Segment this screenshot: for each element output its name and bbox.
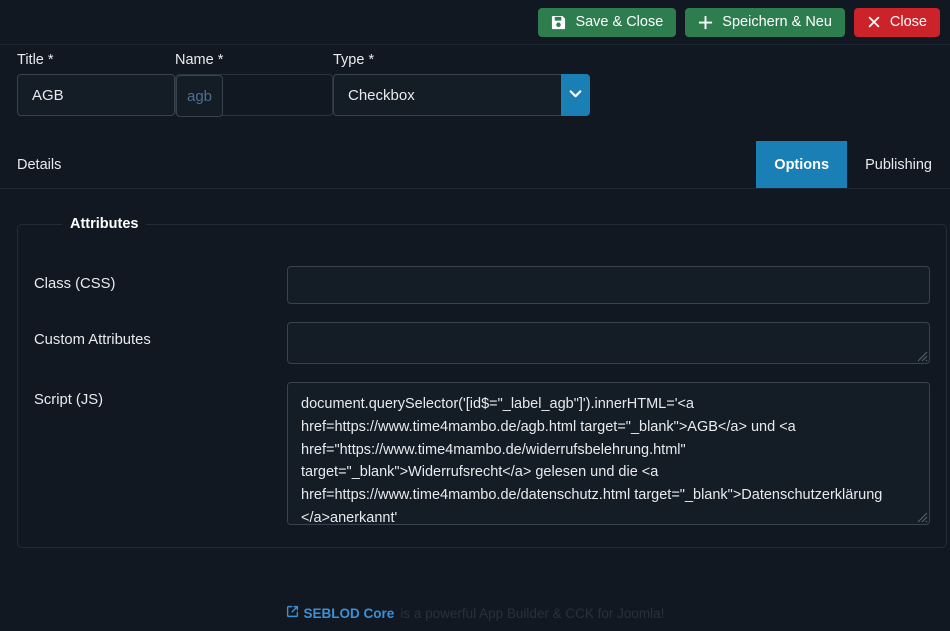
field-row-script-js: Script (JS) xyxy=(34,382,930,525)
save-and-close-label: Save & Close xyxy=(575,14,664,30)
field-row-custom-attributes: Custom Attributes xyxy=(34,322,930,364)
type-dropdown-button[interactable] xyxy=(561,74,590,116)
save-icon xyxy=(551,15,566,30)
attributes-legend: Attributes xyxy=(70,216,139,232)
primary-field-inputs xyxy=(17,74,933,117)
close-icon xyxy=(867,15,881,29)
close-button[interactable]: Close xyxy=(853,7,940,37)
close-label: Close xyxy=(889,14,927,30)
class-css-label: Class (CSS) xyxy=(34,276,116,292)
custom-attributes-wrapper xyxy=(287,322,930,364)
chevron-down-icon xyxy=(567,85,584,105)
type-input[interactable] xyxy=(333,74,561,116)
footer: SEBLOD Core is a powerful App Builder & … xyxy=(0,605,950,621)
primary-field-labels: Title * Name * Type * xyxy=(17,45,933,74)
tab-publishing-label: Publishing xyxy=(865,156,932,173)
attributes-fieldset: Attributes Class (CSS) Custom Attributes xyxy=(17,216,947,548)
save-and-new-label: Speichern & Neu xyxy=(722,14,832,30)
tab-bar: Details Options Publishing xyxy=(0,141,950,189)
seblod-core-link-label: SEBLOD Core xyxy=(303,605,395,621)
seblod-core-link[interactable]: SEBLOD Core xyxy=(286,605,395,621)
primary-fields: Title * Name * Type * xyxy=(0,45,950,130)
field-row-class-css: Class (CSS) xyxy=(34,266,930,304)
plus-icon xyxy=(698,15,713,30)
options-panel: Attributes Class (CSS) Custom Attributes xyxy=(0,189,950,631)
save-and-new-button[interactable]: Speichern & Neu xyxy=(685,7,845,37)
tab-options-label: Options xyxy=(774,156,830,173)
name-input[interactable] xyxy=(176,75,223,117)
footer-tagline: is a powerful App Builder & CCK for Joom… xyxy=(400,605,665,621)
class-css-input[interactable] xyxy=(287,266,930,304)
script-js-label: Script (JS) xyxy=(34,392,104,408)
details-label: Details xyxy=(17,156,62,173)
script-js-wrapper xyxy=(287,382,930,525)
title-label: Title * xyxy=(17,51,54,68)
script-js-textarea[interactable] xyxy=(287,382,930,525)
type-select-group xyxy=(333,74,590,116)
toolbar: Save & Close Speichern & Neu Close xyxy=(0,0,950,45)
tab-publishing[interactable]: Publishing xyxy=(847,141,950,188)
type-label: Type * xyxy=(333,51,375,68)
tab-options[interactable]: Options xyxy=(756,141,848,188)
title-input[interactable] xyxy=(17,74,175,116)
name-field-group xyxy=(175,74,333,117)
external-link-icon xyxy=(286,605,299,621)
save-and-close-button[interactable]: Save & Close xyxy=(538,7,677,37)
seblod-field-editor: Save & Close Speichern & Neu Close Title… xyxy=(0,0,950,631)
custom-attributes-textarea[interactable] xyxy=(287,322,930,364)
custom-attributes-label: Custom Attributes xyxy=(34,332,151,348)
name-label: Name * xyxy=(175,51,224,68)
